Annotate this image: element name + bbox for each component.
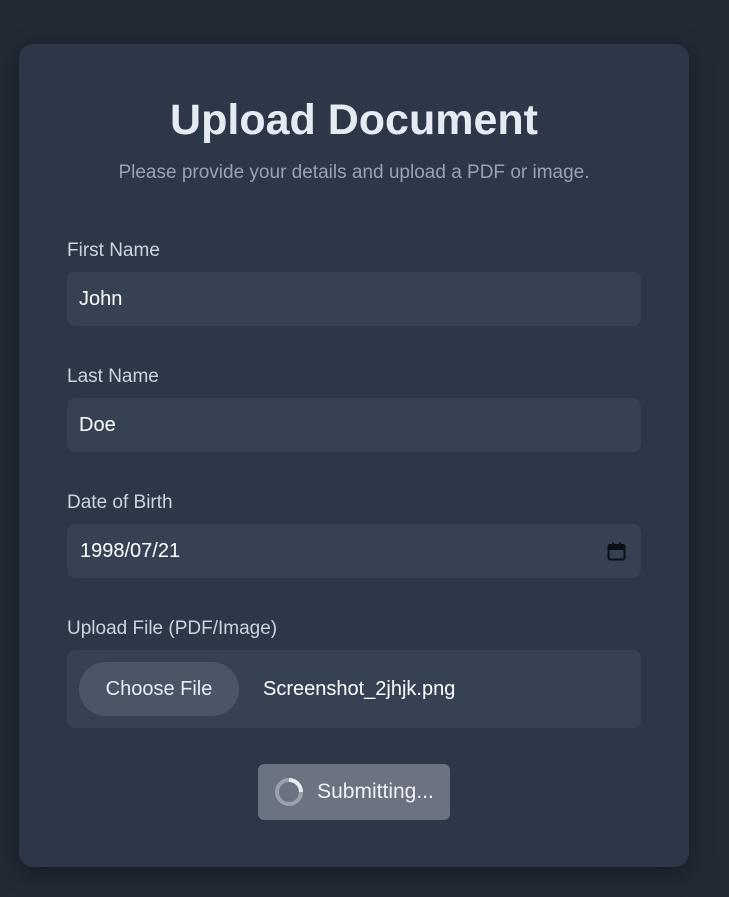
dob-label: Date of Birth <box>67 492 173 513</box>
page-title: Upload Document <box>170 96 538 144</box>
submit-button[interactable]: Submitting... <box>258 764 450 820</box>
dob-input[interactable]: 1998/07/21 <box>67 524 641 578</box>
spinner-icon <box>275 778 304 806</box>
file-name: Screenshot_2jhjk.png <box>263 677 456 700</box>
submit-label: Submitting... <box>317 780 434 803</box>
first-name-input[interactable]: John <box>67 272 641 326</box>
page-subtitle: Please provide your details and upload a… <box>118 162 590 183</box>
upload-card: Upload Document Please provide your deta… <box>19 44 689 867</box>
last-name-value: Doe <box>79 413 116 436</box>
first-name-label: First Name <box>67 240 160 261</box>
calendar-icon[interactable] <box>607 542 626 561</box>
file-label: Upload File (PDF/Image) <box>67 618 278 639</box>
first-name-value: John <box>79 287 123 310</box>
choose-file-button[interactable]: Choose File <box>79 662 239 716</box>
last-name-label: Last Name <box>67 366 159 387</box>
last-name-input[interactable]: Doe <box>67 398 641 452</box>
dob-value: 1998/07/21 <box>80 539 181 562</box>
file-input[interactable]: Choose File Screenshot_2jhjk.png <box>67 650 641 728</box>
